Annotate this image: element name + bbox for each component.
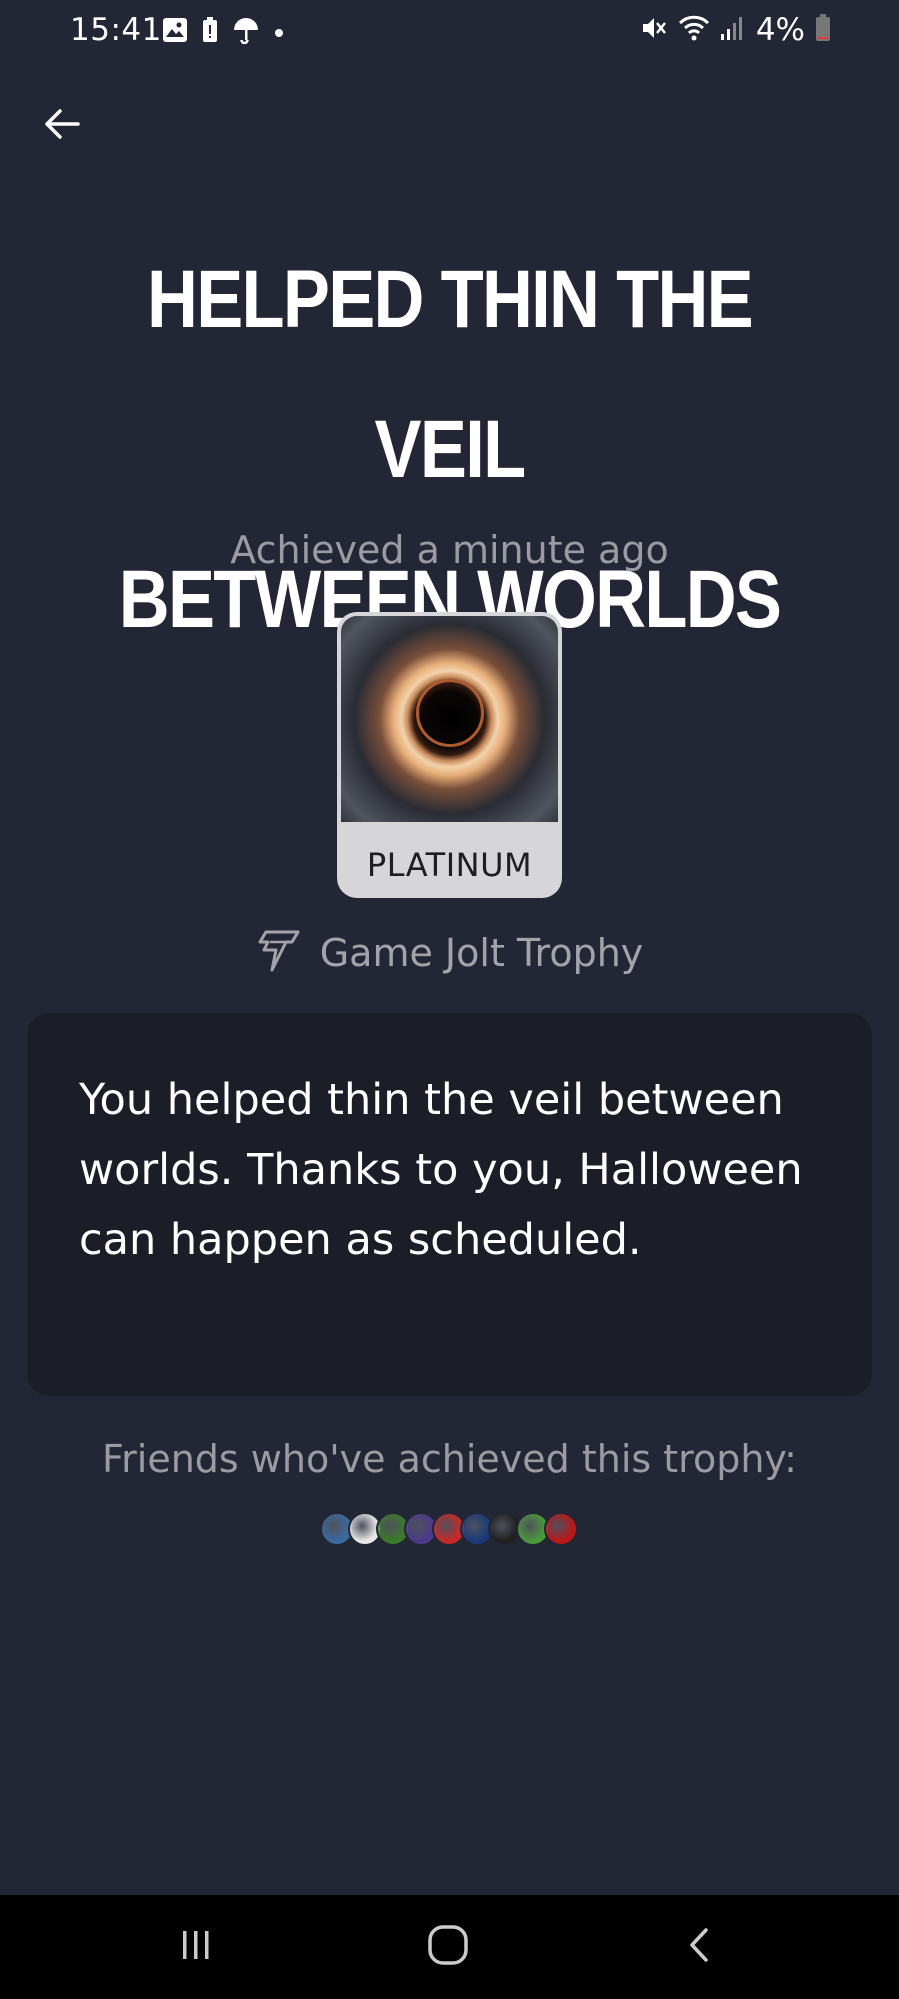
- battery-alert-icon: [202, 17, 218, 47]
- trophy-title: HELPED THIN THE VEIL BETWEEN WORLDS: [80, 225, 819, 675]
- friend-avatar[interactable]: [544, 1512, 578, 1546]
- trophy-description: You helped thin the veil between worlds.…: [79, 1075, 803, 1265]
- achieved-time: Achieved a minute ago: [230, 528, 669, 572]
- home-icon: [426, 1923, 470, 1971]
- trophy-source: Game Jolt Trophy: [0, 928, 899, 978]
- game-jolt-icon: [256, 928, 302, 978]
- friends-label: Friends who've achieved this trophy:: [102, 1437, 797, 1481]
- home-button[interactable]: [418, 1919, 478, 1975]
- umbrella-icon: [232, 16, 260, 48]
- mute-icon: [640, 14, 668, 46]
- back-arrow-icon: [42, 104, 82, 148]
- battery-percent: 4%: [755, 12, 805, 48]
- gallery-icon: [162, 17, 188, 47]
- recent-apps-icon: [176, 1925, 216, 1969]
- trophy-screen: 15:41 4% HELPED THIN THE VEIL BETWEEN WO…: [0, 0, 899, 1999]
- battery-icon: [815, 14, 831, 46]
- back-button[interactable]: [36, 100, 88, 152]
- friends-avatars[interactable]: [320, 1512, 578, 1546]
- trophy-image-ring: [415, 679, 484, 747]
- status-bar: 15:41 4%: [0, 0, 899, 64]
- trophy-tier: PLATINUM: [366, 846, 533, 884]
- description-box: You helped thin the veil between worlds.…: [27, 1013, 872, 1396]
- dot-icon: [274, 23, 284, 42]
- signal-icon: [720, 14, 746, 46]
- wifi-icon: [678, 14, 710, 46]
- nav-bar: [0, 1895, 899, 1999]
- status-icons-right: 4%: [640, 12, 831, 48]
- trophy-image: [341, 616, 558, 822]
- status-icons-left: [162, 16, 284, 48]
- nav-back-button[interactable]: [670, 1919, 730, 1975]
- trophy-card: PLATINUM: [337, 612, 562, 898]
- back-icon: [680, 1925, 720, 1969]
- recent-apps-button[interactable]: [166, 1919, 226, 1975]
- status-time: 15:41: [70, 12, 162, 48]
- trophy-title-line-1: HELPED THIN THE VEIL: [146, 254, 754, 495]
- trophy-source-label: Game Jolt Trophy: [319, 931, 644, 975]
